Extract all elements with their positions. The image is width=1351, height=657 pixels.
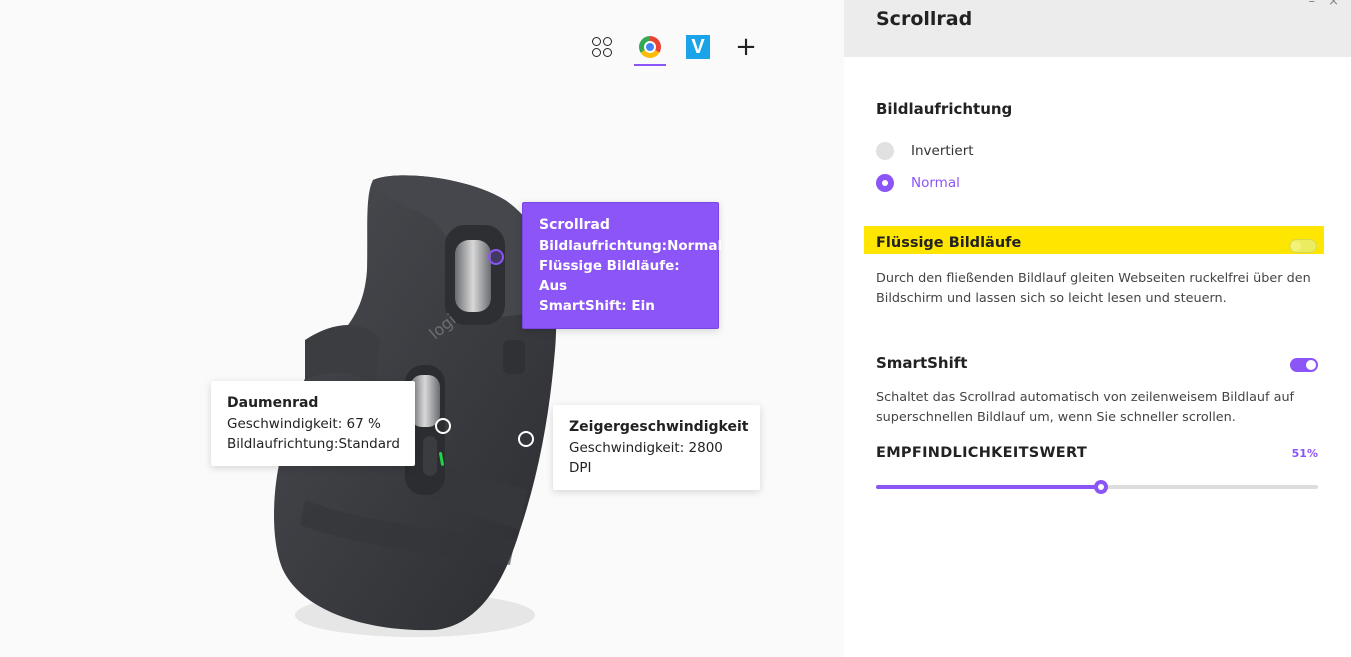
smooth-scroll-description: Durch den fließenden Bildlauf gleiten We… [876, 271, 1311, 306]
app-tab-v[interactable]: V [674, 28, 722, 66]
slider-thumb[interactable] [1094, 480, 1109, 494]
sensitivity-label: EMPFINDLICHKEITSWERT [876, 445, 1088, 461]
callout-title: Daumenrad [227, 395, 319, 411]
panel-header: Scrollrad – × [844, 0, 1351, 57]
pointer-speed-hotspot[interactable] [518, 431, 534, 447]
smartshift-label: SmartShift [876, 354, 968, 372]
settings-panel: Scrollrad – × Bildlaufrichtung Invertier… [844, 0, 1351, 657]
device-view: V + logi Scrollrad Bildlaufrichtung:Norm… [0, 0, 844, 657]
minimize-button[interactable]: – [1309, 0, 1316, 9]
app-v-icon: V [686, 35, 710, 59]
radio-normal[interactable]: Normal [876, 174, 960, 192]
smartshift-toggle[interactable] [1290, 358, 1318, 372]
smooth-scroll-label: Flüssige Bildläufe [876, 235, 1022, 251]
radio-inverted-indicator [876, 142, 894, 160]
thumb-wheel-hotspot[interactable] [435, 418, 451, 434]
close-button[interactable]: × [1328, 0, 1339, 9]
radio-normal-indicator [876, 174, 894, 192]
app-profile-tabs: V + [578, 28, 770, 68]
callout-line: Bildlaufrichtung:Normal [539, 238, 723, 254]
sensitivity-slider[interactable] [876, 480, 1318, 494]
callout-line: SmartShift: Ein [539, 298, 655, 314]
scroll-wheel-hotspot[interactable] [488, 249, 504, 265]
app-tab-all[interactable] [578, 28, 626, 66]
panel-title: Scrollrad [876, 8, 973, 30]
scroll-wheel-callout[interactable]: Scrollrad Bildlaufrichtung:Normal Flüssi… [522, 202, 723, 329]
callout-title: Zeigergeschwindigkeit [569, 419, 749, 435]
radio-inverted-label: Invertiert [911, 143, 974, 159]
add-app-button[interactable]: + [722, 28, 770, 66]
callout-line: Geschwindigkeit: 2800 DPI [569, 440, 723, 476]
radio-inverted[interactable]: Invertiert [876, 142, 974, 160]
callout-title: Scrollrad [539, 217, 610, 233]
app-tab-chrome[interactable] [626, 28, 674, 66]
callout-line: Bildlaufrichtung:Standard [227, 436, 400, 452]
plus-icon: + [735, 32, 757, 62]
pointer-speed-callout[interactable]: Zeigergeschwindigkeit Geschwindigkeit: 2… [553, 405, 760, 490]
callout-line: Geschwindigkeit: 67 % [227, 416, 381, 432]
smooth-scroll-toggle[interactable] [1289, 239, 1317, 253]
callout-line: Flüssige Bildläufe: Aus [539, 258, 680, 294]
radio-normal-label: Normal [911, 175, 960, 191]
scroll-direction-heading: Bildlaufrichtung [876, 100, 1013, 118]
apps-grid-icon [592, 37, 612, 57]
chrome-icon [639, 36, 661, 58]
slider-fill [876, 485, 1102, 489]
thumb-wheel-callout[interactable]: Daumenrad Geschwindigkeit: 67 % Bildlauf… [211, 381, 415, 466]
sensitivity-value: 51% [1291, 447, 1318, 460]
smartshift-description: Schaltet das Scrollrad automatisch von z… [876, 390, 1295, 425]
